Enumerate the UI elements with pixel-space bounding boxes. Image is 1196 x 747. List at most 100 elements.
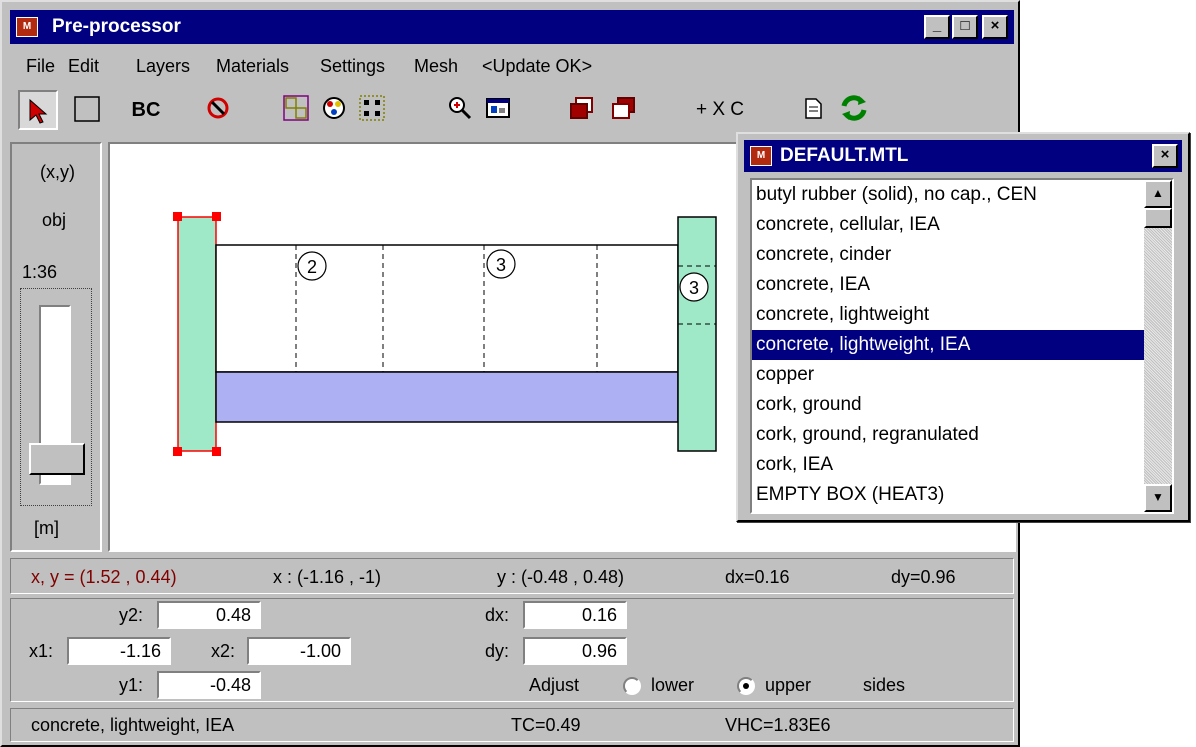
material-listbox[interactable]: butyl rubber (solid), no cap., CEN concr… bbox=[750, 178, 1174, 514]
status-vhc: VHC=1.83E6 bbox=[725, 715, 831, 735]
material-item[interactable]: copper bbox=[756, 360, 814, 390]
minimize-button[interactable]: _ bbox=[924, 15, 950, 39]
layer-number-text: 3 bbox=[689, 278, 699, 298]
scroll-down-button[interactable]: ▼ bbox=[1144, 484, 1172, 512]
material-item[interactable]: EMPTY BOX (HEAT3) bbox=[756, 480, 944, 510]
mesh-nodes-tool[interactable] bbox=[352, 90, 392, 130]
send-back-tool[interactable] bbox=[604, 90, 644, 130]
zoom-slider-thumb[interactable] bbox=[29, 443, 85, 475]
scale-panel: (x,y) obj 1:36 [m] bbox=[10, 142, 102, 552]
material-list-window: M DEFAULT.MTL × butyl rubber (solid), no… bbox=[736, 132, 1190, 522]
cursor-coordinates: x, y = (1.52 , 0.44) bbox=[31, 567, 177, 587]
x1-label: x1: bbox=[29, 641, 54, 661]
x1-field[interactable]: -1.16 bbox=[67, 637, 171, 665]
material-item[interactable]: concrete, IEA bbox=[756, 270, 870, 300]
scale-label: 1:36 bbox=[22, 262, 58, 282]
material-list-title: DEFAULT.MTL bbox=[780, 145, 909, 166]
adjust-label: Adjust bbox=[529, 675, 580, 695]
right-wall-rectangle bbox=[677, 216, 717, 452]
object-mode-label[interactable]: obj bbox=[42, 206, 66, 234]
dx-readout: dx=0.16 bbox=[725, 567, 790, 587]
upper-radio[interactable] bbox=[737, 677, 755, 695]
view-tool[interactable] bbox=[478, 90, 518, 130]
prohibit-icon bbox=[207, 97, 229, 119]
scroll-thumb[interactable] bbox=[1144, 208, 1172, 228]
window-view-icon bbox=[486, 98, 510, 118]
y-range: y : (-0.48 , 0.48) bbox=[497, 567, 625, 587]
dy-field[interactable]: 0.96 bbox=[523, 637, 627, 665]
unit-label: [m] bbox=[34, 518, 59, 538]
zoom-tool[interactable] bbox=[440, 90, 480, 130]
no-entry-tool[interactable] bbox=[198, 90, 238, 130]
selection-handle bbox=[173, 212, 182, 221]
x2-label: x2: bbox=[211, 641, 236, 661]
app-icon[interactable]: M bbox=[750, 146, 772, 166]
toolbar: BC + X C bbox=[12, 88, 1012, 136]
coordinate-bar: x, y = (1.52 , 0.44) x : (-1.16 , -1) y … bbox=[10, 558, 1014, 594]
send-to-back-icon bbox=[612, 97, 635, 119]
upper-label[interactable]: upper bbox=[765, 671, 811, 699]
menu-file[interactable]: File bbox=[26, 50, 55, 82]
menu-layers[interactable]: Layers bbox=[136, 50, 190, 82]
material-list-scrollbar[interactable]: ▲ ▼ bbox=[1144, 180, 1172, 512]
material-item[interactable]: butyl rubber (solid), no cap., CEN bbox=[756, 180, 1037, 210]
material-item[interactable]: cork, ground, regranulated bbox=[756, 420, 979, 450]
insulation-layer bbox=[215, 244, 679, 373]
y2-field[interactable]: 0.48 bbox=[157, 601, 261, 629]
lower-radio[interactable] bbox=[623, 677, 641, 695]
menu-update-ok[interactable]: <Update OK> bbox=[482, 50, 592, 82]
select-arrow-tool[interactable] bbox=[18, 90, 58, 130]
y1-field[interactable]: -0.48 bbox=[157, 671, 261, 699]
menu-edit[interactable]: Edit bbox=[68, 50, 99, 82]
dx-field[interactable]: 0.16 bbox=[523, 601, 627, 629]
app-icon[interactable]: M bbox=[16, 17, 38, 37]
lower-label[interactable]: lower bbox=[651, 671, 694, 699]
material-item-selected[interactable]: concrete, lightweight, IEA bbox=[752, 330, 1154, 360]
window-title: Pre-processor bbox=[52, 16, 181, 37]
layers-icon bbox=[283, 95, 309, 121]
status-bar: concrete, lightweight, IEA TC=0.49 VHC=1… bbox=[10, 708, 1014, 742]
x2-field[interactable]: -1.00 bbox=[247, 637, 351, 665]
layers-tool[interactable] bbox=[276, 90, 316, 130]
palette-icon bbox=[323, 97, 345, 119]
menu-materials[interactable]: Materials bbox=[216, 50, 289, 82]
coord-mode-label[interactable]: (x,y) bbox=[40, 158, 75, 186]
maximize-button[interactable]: □ bbox=[952, 15, 978, 39]
text-tools[interactable]: + X C bbox=[682, 90, 758, 130]
status-tc: TC=0.49 bbox=[511, 715, 581, 735]
document-icon bbox=[805, 98, 822, 119]
material-item[interactable]: cork, IEA bbox=[756, 450, 833, 480]
selection-handle bbox=[212, 212, 221, 221]
selection-handle bbox=[173, 447, 182, 456]
selection-handle bbox=[212, 447, 221, 456]
document-tool[interactable] bbox=[796, 90, 830, 130]
layer-number-text: 2 bbox=[307, 257, 317, 277]
slab-layer bbox=[215, 371, 679, 423]
grid-nodes-icon bbox=[359, 95, 385, 121]
material-item[interactable]: concrete, cellular, IEA bbox=[756, 210, 940, 240]
zoom-slider[interactable] bbox=[20, 288, 92, 506]
rectangle-tool[interactable] bbox=[66, 90, 106, 130]
close-button[interactable]: × bbox=[982, 15, 1008, 39]
coordinate-editor: y2: 0.48 x1: -1.16 x2: -1.00 y1: -0.48 d… bbox=[10, 598, 1014, 702]
palette-tool[interactable] bbox=[314, 90, 354, 130]
material-list-close-button[interactable]: × bbox=[1152, 144, 1178, 168]
y2-label: y2: bbox=[119, 605, 144, 625]
menu-mesh[interactable]: Mesh bbox=[414, 50, 458, 82]
material-item[interactable]: concrete, lightweight bbox=[756, 300, 929, 330]
dx-label: dx: bbox=[485, 605, 510, 625]
selected-wall-rectangle bbox=[177, 216, 217, 452]
refresh-icon bbox=[841, 95, 867, 121]
material-list-titlebar[interactable]: M DEFAULT.MTL × bbox=[744, 140, 1182, 172]
bring-front-tool[interactable] bbox=[562, 90, 602, 130]
material-item[interactable]: concrete, cinder bbox=[756, 240, 891, 270]
rectangle-icon bbox=[74, 96, 100, 122]
material-item[interactable]: cork, ground bbox=[756, 390, 862, 420]
title-bar[interactable]: M Pre-processor _ □ × bbox=[10, 10, 1014, 44]
dy-label: dy: bbox=[485, 641, 510, 661]
refresh-tool[interactable] bbox=[834, 90, 874, 130]
y1-label: y1: bbox=[119, 675, 144, 695]
bc-tool[interactable]: BC bbox=[120, 90, 172, 130]
menu-settings[interactable]: Settings bbox=[320, 50, 385, 82]
scroll-up-button[interactable]: ▲ bbox=[1144, 180, 1172, 208]
